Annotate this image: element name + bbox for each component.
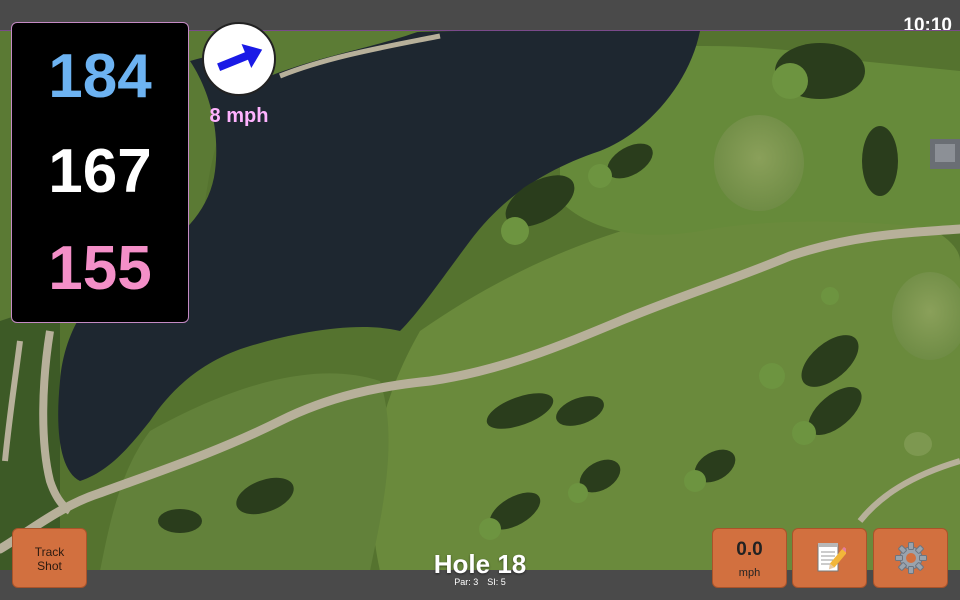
arrow-up-right-icon — [217, 43, 263, 71]
gear-icon — [894, 542, 927, 574]
notepad-pencil-icon — [817, 543, 846, 572]
wind-direction-dial — [202, 22, 276, 96]
distance-middle: 167 — [48, 137, 152, 206]
hole-info: Par: 3 SI: 5 — [380, 577, 580, 587]
distance-panel: 184 167 155 — [11, 22, 189, 323]
track-shot-label: Track Shot — [34, 545, 65, 573]
notes-button[interactable] — [792, 528, 867, 588]
wind-speed: 8 mph — [209, 105, 269, 127]
speed-button[interactable]: 0.0 mph — [712, 528, 787, 588]
settings-button[interactable] — [873, 528, 948, 588]
speed-value: 0.0 — [736, 539, 763, 560]
hole-title: Hole 18 — [433, 549, 527, 579]
track-shot-button[interactable]: Track Shot — [12, 528, 87, 588]
hole-stroke-index: SI: 5 — [487, 577, 506, 587]
speed-unit: mph — [738, 567, 761, 579]
distance-back: 184 — [48, 42, 152, 111]
hole-par: Par: 3 — [454, 577, 479, 587]
distance-front: 155 — [48, 234, 152, 303]
